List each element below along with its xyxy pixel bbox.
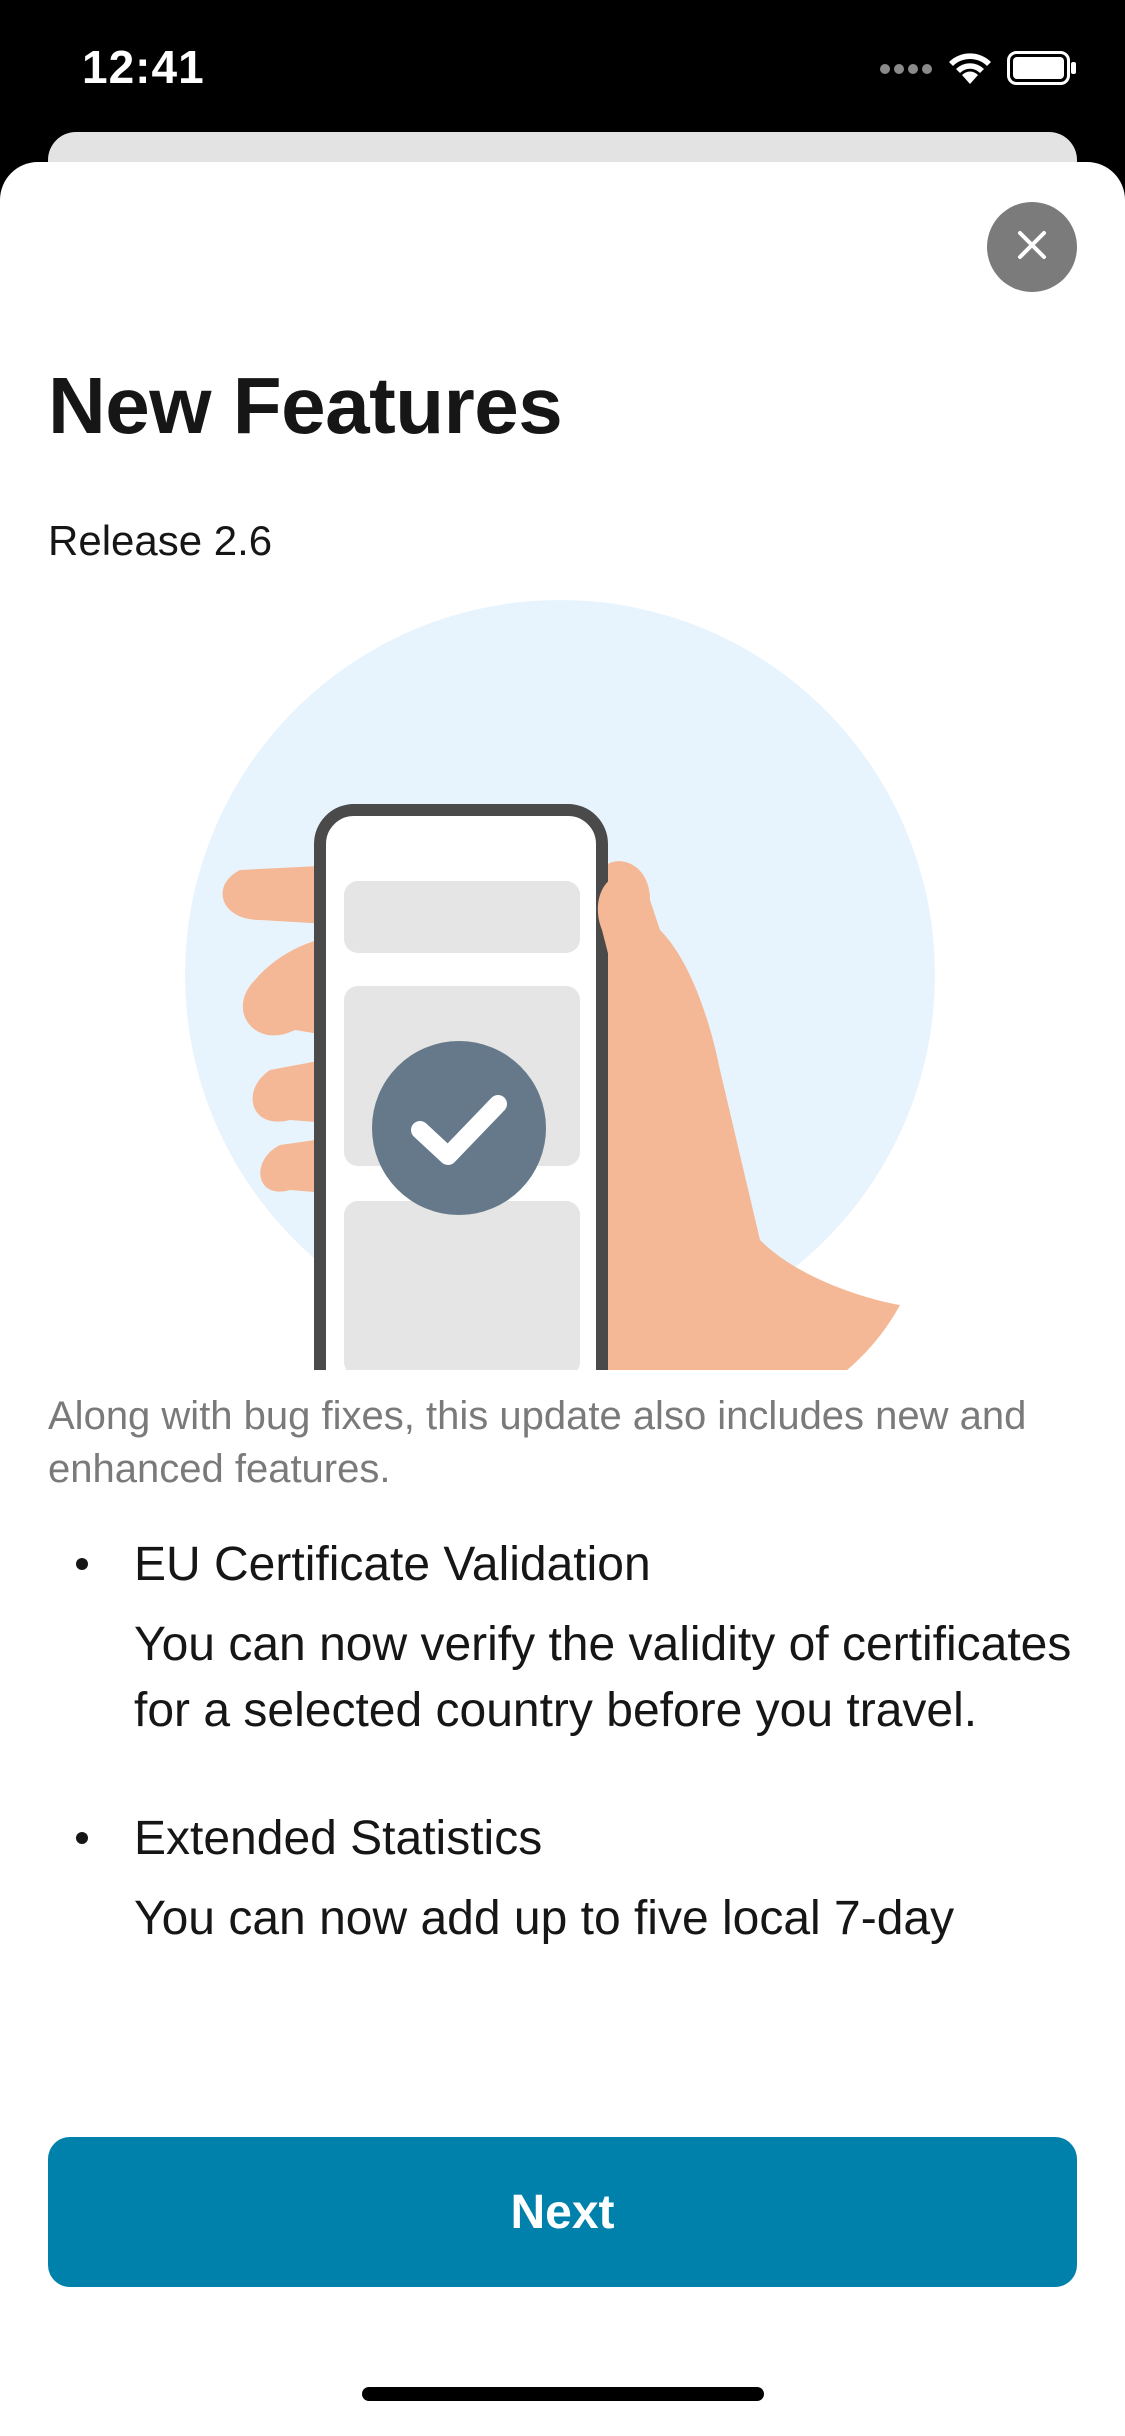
signal-dots-icon: [879, 62, 933, 80]
feature-title: EU Certificate Validation: [134, 1538, 651, 1591]
release-label: Release 2.6: [48, 517, 273, 564]
close-button[interactable]: [987, 202, 1077, 292]
feature-sheet: New Features Release 2.6 Along with bug …: [0, 162, 1125, 2436]
page-title: New Features: [48, 361, 563, 450]
phone-check-illustration: [180, 600, 960, 1430]
feature-title: Extended Statistics: [134, 1812, 543, 1865]
feature-list: EU Certificate Validation You can now ve…: [48, 1532, 1078, 2014]
next-button[interactable]: Next: [48, 2137, 1077, 2287]
feature-item: Extended Statistics You can now add up t…: [48, 1806, 1078, 1952]
feature-description: You can now add up to five local 7-day: [134, 1892, 955, 1945]
home-indicator[interactable]: [362, 2387, 764, 2401]
intro-text: Along with bug fixes, this update also i…: [48, 1394, 1027, 1491]
feature-item: EU Certificate Validation You can now ve…: [48, 1532, 1078, 1744]
screen: 12:41 New Features Release 2.6 Along wit…: [0, 0, 1125, 2436]
wifi-icon: [947, 50, 993, 91]
close-icon: [1014, 227, 1050, 268]
status-bar: 12:41: [0, 0, 1125, 135]
bullet-icon: [76, 1832, 88, 1844]
battery-icon: [1007, 51, 1077, 90]
status-icons: [879, 50, 1077, 91]
status-time: 12:41: [82, 41, 205, 93]
feature-description: You can now verify the validity of certi…: [134, 1618, 1072, 1737]
bullet-icon: [76, 1558, 88, 1570]
